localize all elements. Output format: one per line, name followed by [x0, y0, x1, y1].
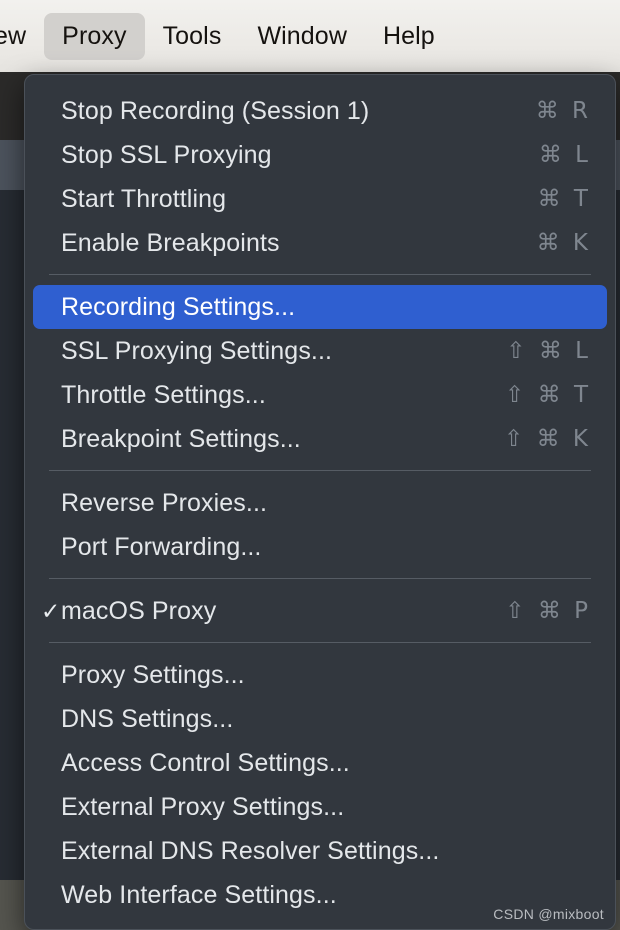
screen: ew Proxy Tools Window Help Stop Recording (S… [0, 0, 620, 930]
menu-separator [49, 642, 591, 643]
menu-item-access-control-settings[interactable]: Access Control Settings... [33, 741, 607, 785]
menu-item-shortcut: ⇧ ⌘ L [506, 338, 591, 364]
menu-item-label: macOS Proxy [61, 596, 217, 625]
menu-item-label: Proxy Settings... [61, 660, 245, 689]
menu-item-label: Stop SSL Proxying [61, 140, 272, 169]
menubar-item-window[interactable]: Window [239, 13, 365, 60]
menu-item-label: Breakpoint Settings... [61, 424, 301, 453]
menu-item-breakpoint-settings[interactable]: Breakpoint Settings... ⇧ ⌘ K [33, 417, 607, 461]
menu-item-label: DNS Settings... [61, 704, 234, 733]
menu-separator [49, 578, 591, 579]
menu-item-label: Start Throttling [61, 184, 227, 213]
menu-item-label: External DNS Resolver Settings... [61, 836, 440, 865]
menubar-item-tools[interactable]: Tools [145, 13, 240, 60]
menu-item-recording-settings[interactable]: Recording Settings... [33, 285, 607, 329]
menu-item-shortcut: ⌘ R [535, 98, 591, 124]
menu-item-dns-settings[interactable]: DNS Settings... [33, 697, 607, 741]
menu-item-label: Recording Settings... [61, 292, 296, 321]
menu-item-label: Stop Recording (Session 1) [61, 96, 370, 125]
menu-separator [49, 274, 591, 275]
menu-bar: ew Proxy Tools Window Help [0, 0, 620, 72]
menu-item-label: Reverse Proxies... [61, 488, 268, 517]
menu-item-start-throttling[interactable]: Start Throttling ⌘ T [33, 177, 607, 221]
watermark: CSDN @mixboot [493, 906, 604, 922]
menu-item-external-proxy-settings[interactable]: External Proxy Settings... [33, 785, 607, 829]
menu-item-shortcut: ⇧ ⌘ T [505, 382, 591, 408]
menubar-item-ew[interactable]: ew [0, 13, 44, 60]
menu-separator [49, 470, 591, 471]
menu-item-shortcut: ⌘ L [538, 142, 591, 168]
menu-item-label: Throttle Settings... [61, 380, 266, 409]
menu-item-label: Enable Breakpoints [61, 228, 280, 257]
menu-item-proxy-settings[interactable]: Proxy Settings... [33, 653, 607, 697]
menu-item-macos-proxy[interactable]: ✓ macOS Proxy ⇧ ⌘ P [33, 589, 607, 633]
menu-item-shortcut: ⇧ ⌘ P [505, 598, 591, 624]
menu-item-throttle-settings[interactable]: Throttle Settings... ⇧ ⌘ T [33, 373, 607, 417]
menubar-item-proxy[interactable]: Proxy [44, 12, 145, 60]
menu-item-external-dns-resolver-settings[interactable]: External DNS Resolver Settings... [33, 829, 607, 873]
menu-item-ssl-proxying-settings[interactable]: SSL Proxying Settings... ⇧ ⌘ L [33, 329, 607, 373]
menu-item-enable-breakpoints[interactable]: Enable Breakpoints ⌘ K [33, 221, 607, 265]
menu-item-port-forwarding[interactable]: Port Forwarding... [33, 525, 607, 569]
menu-item-shortcut: ⌘ T [537, 186, 591, 212]
proxy-dropdown-menu: Stop Recording (Session 1) ⌘ R Stop SSL Pr… [24, 74, 616, 930]
menu-item-stop-recording-session-1[interactable]: Stop Recording (Session 1) ⌘ R [33, 89, 607, 133]
menu-item-label: SSL Proxying Settings... [61, 336, 333, 365]
menu-item-label: Port Forwarding... [61, 532, 262, 561]
menu-item-label: External Proxy Settings... [61, 792, 345, 821]
checkmark-icon: ✓ [41, 597, 61, 624]
menu-item-shortcut: ⌘ K [536, 230, 591, 256]
menu-item-label: Access Control Settings... [61, 748, 350, 777]
menu-item-stop-ssl-proxying[interactable]: Stop SSL Proxying ⌘ L [33, 133, 607, 177]
menubar-item-help[interactable]: Help [365, 13, 453, 60]
menu-item-reverse-proxies[interactable]: Reverse Proxies... [33, 481, 607, 525]
menu-item-shortcut: ⇧ ⌘ K [504, 426, 591, 452]
